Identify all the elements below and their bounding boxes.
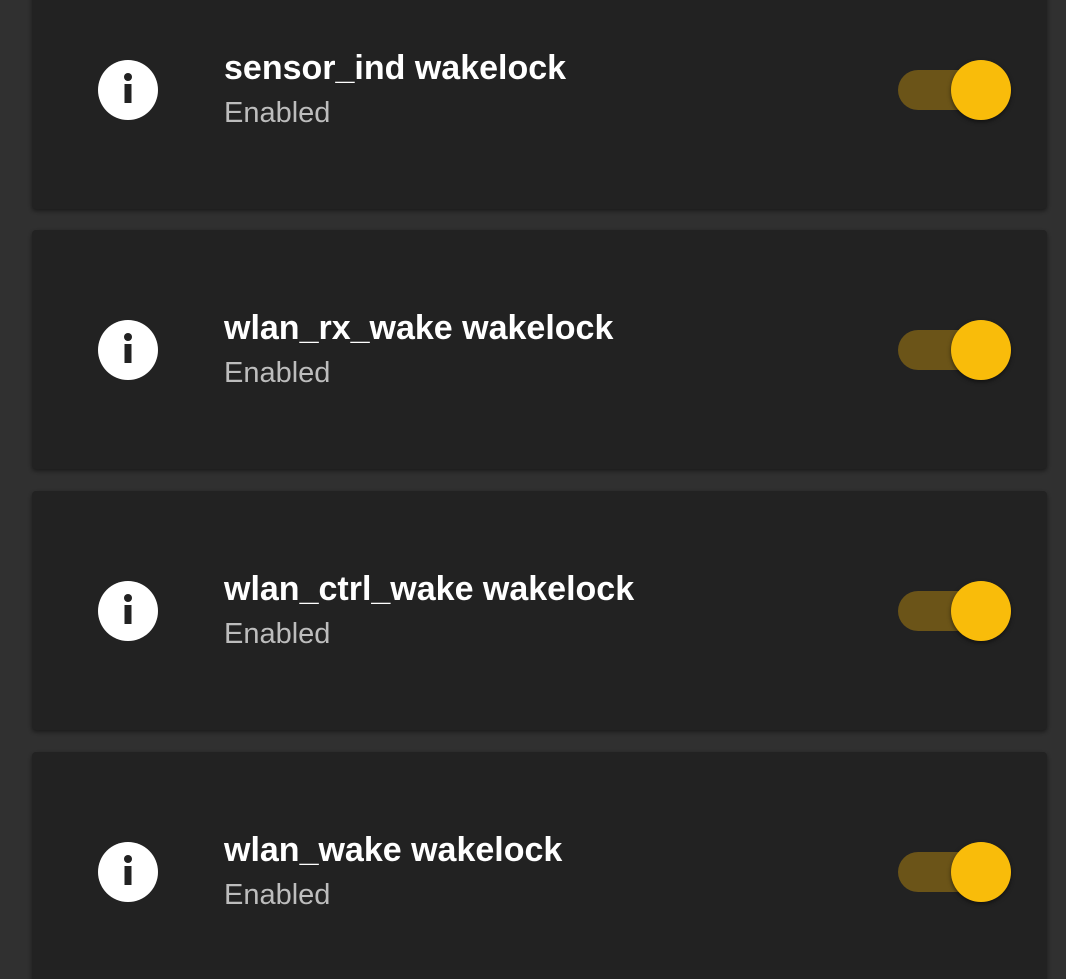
wakelock-title: wlan_ctrl_wake wakelock: [224, 570, 635, 608]
info-icon[interactable]: [98, 581, 158, 641]
toggle-thumb[interactable]: [951, 320, 1011, 380]
wakelock-toggle[interactable]: [898, 579, 1012, 643]
toggle-thumb[interactable]: [951, 60, 1011, 120]
wakelock-text: wlan_ctrl_wake wakelock Enabled: [224, 569, 634, 654]
toggle-thumb[interactable]: [951, 842, 1011, 902]
wakelock-status: Enabled: [224, 879, 331, 911]
wakelock-card[interactable]: sensor_ind wakelock Enabled: [32, 0, 1047, 209]
wakelock-text: wlan_rx_wake wakelock Enabled: [224, 308, 613, 393]
wakelock-status: Enabled: [224, 357, 331, 389]
wakelock-title: wlan_rx_wake wakelock: [224, 309, 614, 347]
wakelock-card[interactable]: wlan_wake wakelock Enabled: [32, 752, 1047, 979]
wakelock-text: wlan_wake wakelock Enabled: [224, 830, 562, 915]
toggle-thumb[interactable]: [951, 581, 1011, 641]
info-icon[interactable]: [98, 320, 158, 380]
wakelock-toggle[interactable]: [898, 58, 1012, 122]
info-icon[interactable]: [98, 842, 158, 902]
wakelock-toggle[interactable]: [898, 840, 1012, 904]
wakelock-text: sensor_ind wakelock Enabled: [224, 48, 566, 133]
wakelock-card[interactable]: wlan_ctrl_wake wakelock Enabled: [32, 491, 1047, 730]
info-icon[interactable]: [98, 60, 158, 120]
wakelock-card[interactable]: wlan_rx_wake wakelock Enabled: [32, 230, 1047, 469]
wakelock-title: wlan_wake wakelock: [224, 831, 563, 869]
wakelock-list: sensor_ind wakelock Enabled wlan_rx_wake…: [0, 0, 1066, 979]
wakelock-status: Enabled: [224, 618, 331, 650]
wakelock-title: sensor_ind wakelock: [224, 49, 567, 87]
wakelock-toggle[interactable]: [898, 318, 1012, 382]
wakelock-status: Enabled: [224, 97, 331, 129]
